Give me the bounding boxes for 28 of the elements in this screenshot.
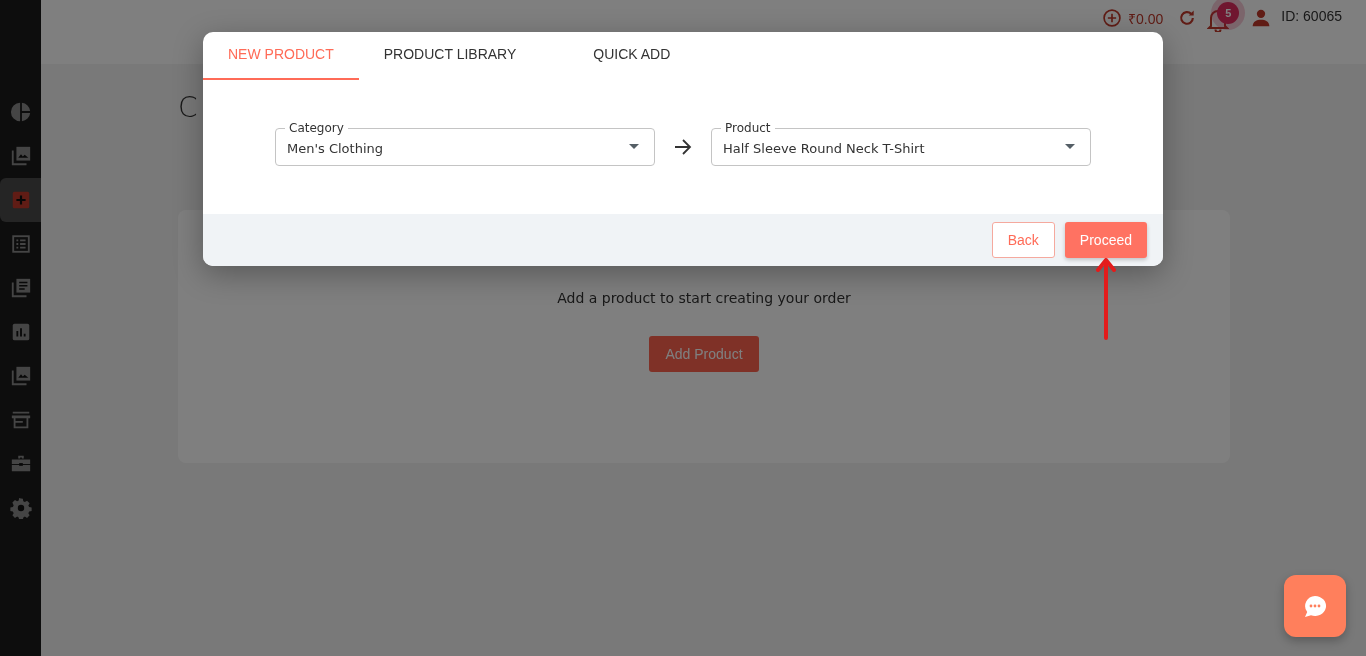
arrow-right-icon xyxy=(673,138,693,156)
notification-count: 5 xyxy=(1217,2,1240,24)
images-icon xyxy=(9,145,32,167)
store-icon xyxy=(9,409,32,431)
sidebar-item[interactable] xyxy=(0,178,41,222)
field-label: Category xyxy=(285,120,348,136)
page-title: C xyxy=(178,90,198,126)
add-funds-icon[interactable] xyxy=(1102,8,1123,28)
library-icon xyxy=(9,277,32,299)
dropdown-caret-icon xyxy=(629,144,639,150)
notification-bell-icon[interactable] xyxy=(1207,8,1230,32)
images-icon xyxy=(9,365,32,387)
user-id: ID: 60065 xyxy=(1281,8,1342,24)
dropdown-caret-icon xyxy=(1065,144,1075,150)
select-field[interactable]: Category Men's Clothing xyxy=(275,120,655,166)
field-value: Half Sleeve Round Neck T-Shirt xyxy=(723,139,926,156)
user-icon[interactable] xyxy=(1251,8,1272,28)
settings-icon xyxy=(9,497,32,519)
empty-message: Add a product to start creating your order xyxy=(557,290,851,306)
chat-bubble-icon xyxy=(1302,594,1328,618)
wallet-balance: ₹0.00 xyxy=(1128,9,1164,28)
pie-chart-icon xyxy=(9,101,32,123)
dialog-tab[interactable]: PRODUCT LIBRARY xyxy=(358,32,542,80)
field-value: Men's Clothing xyxy=(287,139,384,156)
select-field[interactable]: Product Half Sleeve Round Neck T-Shirt xyxy=(711,120,1091,166)
dialog-tab[interactable]: QUICK ADD xyxy=(568,32,696,80)
list-icon xyxy=(9,233,32,255)
chat-button[interactable] xyxy=(1284,575,1346,637)
